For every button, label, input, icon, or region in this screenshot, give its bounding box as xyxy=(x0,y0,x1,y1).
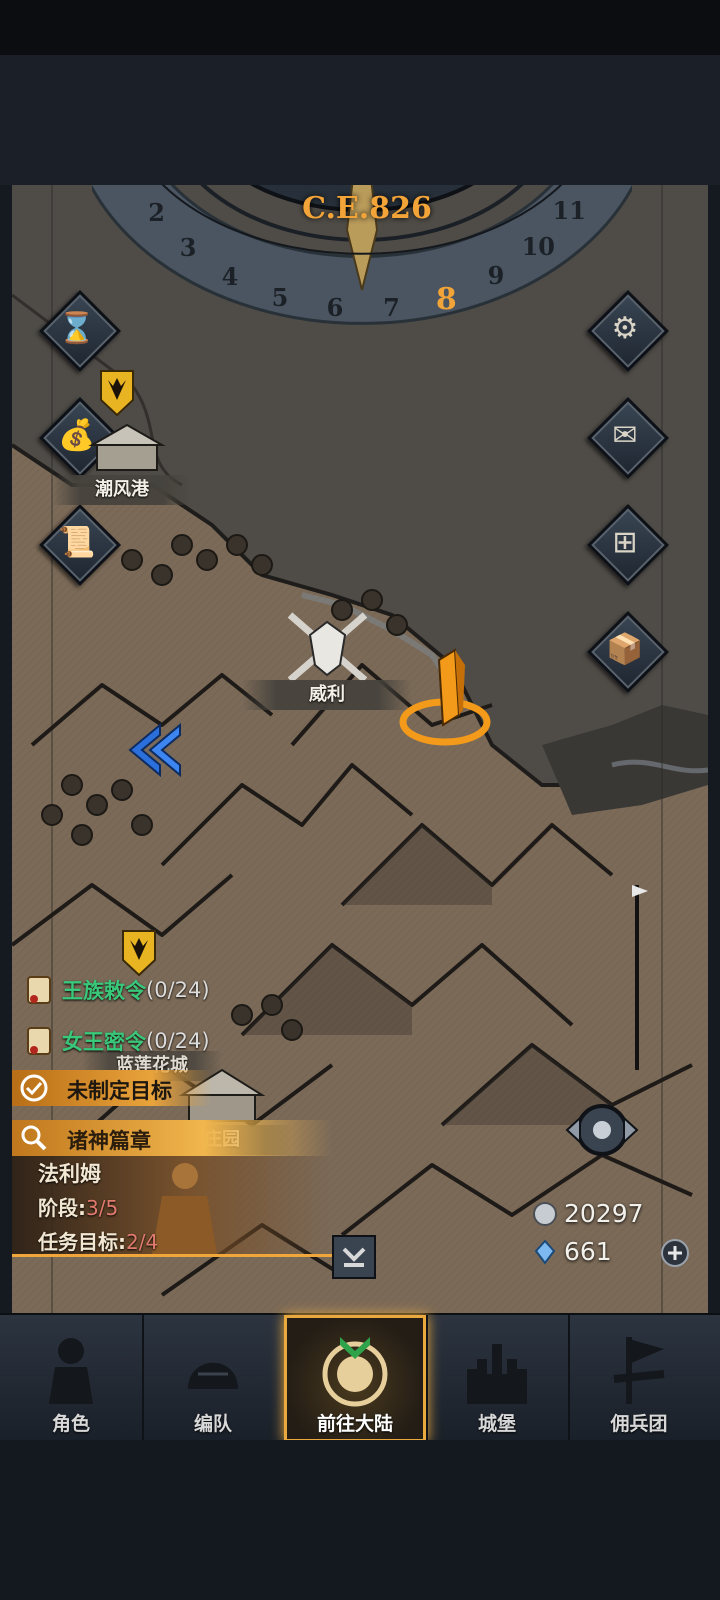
chapter-label: 诸神篇章 xyxy=(67,1129,151,1153)
hourglass-button[interactable]: ⌛ xyxy=(38,289,122,373)
month-8: 8 xyxy=(435,281,457,317)
month-3: 3 xyxy=(179,233,197,263)
tab-mercenary[interactable]: 佣兵团 xyxy=(568,1315,710,1442)
faction-banner-icon xyxy=(100,370,134,416)
scroll-button[interactable]: 📜 xyxy=(38,503,122,587)
window-icon: ⊞ xyxy=(612,524,638,560)
flag-icon xyxy=(613,1337,665,1404)
locate-button[interactable] xyxy=(547,1090,657,1170)
crystal-amount: 661 xyxy=(564,1237,612,1266)
compass-emblem-icon xyxy=(322,1337,388,1407)
tab-character[interactable]: 角色 xyxy=(0,1315,144,1442)
tab-label: 编队 xyxy=(193,1413,232,1435)
month-9: 9 xyxy=(487,261,505,291)
goal-bar[interactable]: 未制定目标 xyxy=(12,1070,212,1106)
place-label-chaofeng[interactable]: 潮风港 xyxy=(52,475,192,505)
mission-stage: 阶段:3/5 xyxy=(38,1192,118,1221)
month-11: 11 xyxy=(552,195,586,225)
castle-icon xyxy=(467,1344,527,1404)
harbor-town-icon xyxy=(88,423,166,471)
mission-card[interactable]: 法利姆 阶段:3/5 任务目标:2/4 xyxy=(12,1156,332,1257)
tab-label: 佣兵团 xyxy=(610,1413,668,1435)
hourglass-icon: ⌛ xyxy=(58,310,96,346)
world-map[interactable]: C.E.826 123456789101112 ⌛ 💰 📜 ⚙ ✉ ⊞ 📦 潮风… xyxy=(12,185,708,1320)
knight-icon xyxy=(49,1338,93,1404)
status-bar xyxy=(0,0,720,55)
faction-banner-icon xyxy=(122,930,156,976)
quest-count: (0/24) xyxy=(146,978,210,1002)
target-value: 2/4 xyxy=(126,1230,159,1254)
helmet-icon xyxy=(188,1362,238,1389)
month-2: 2 xyxy=(148,197,165,227)
scroll-icon xyxy=(27,976,51,1004)
tab-formation[interactable]: 编队 xyxy=(142,1315,286,1442)
gear-icon: ⚙ xyxy=(611,310,639,346)
settings-button[interactable]: ⚙ xyxy=(586,289,670,373)
target-icon xyxy=(20,1074,48,1102)
silver-resource: 20297 xyxy=(532,1199,644,1228)
quest-count: (0/24) xyxy=(146,1029,210,1053)
month-4: 4 xyxy=(221,262,239,292)
target-label: 任务目标: xyxy=(38,1230,126,1254)
quest-title: 王族敕令 xyxy=(62,979,146,1003)
mission-target: 任务目标:2/4 xyxy=(38,1226,158,1255)
tab-label: 角色 xyxy=(51,1413,90,1435)
silver-amount: 20297 xyxy=(564,1199,644,1228)
tab-label: 城堡 xyxy=(477,1413,516,1435)
year-label: C.E.826 xyxy=(302,191,432,226)
goal-label: 未制定目标 xyxy=(67,1079,172,1103)
bottom-band xyxy=(0,1440,720,1600)
crystal-resource: 661 xyxy=(532,1237,612,1266)
crossed-swords-icon[interactable] xyxy=(280,610,375,685)
month-6: 6 xyxy=(326,292,344,322)
month-1: 1 xyxy=(122,185,154,186)
tab-castle[interactable]: 城堡 xyxy=(426,1315,570,1442)
mail-icon: ✉ xyxy=(612,417,638,453)
add-crystal-button[interactable] xyxy=(660,1238,690,1268)
quest-title: 女王密令 xyxy=(62,1030,146,1054)
chevron-down-icon xyxy=(342,1247,366,1267)
supplies-icon: 📦 xyxy=(606,631,644,667)
chapter-bar[interactable]: 诸神篇章 xyxy=(12,1120,332,1156)
mission-name: 法利姆 xyxy=(38,1162,101,1186)
player-location-marker[interactable] xyxy=(397,640,497,750)
month-7: 7 xyxy=(383,292,400,322)
mail-button[interactable]: ✉ xyxy=(586,396,670,480)
quest-queen-order[interactable]: 女王密令 (0/24) xyxy=(22,1023,210,1059)
tab-label: 前往大陆 xyxy=(316,1413,393,1435)
stage-value: 3/5 xyxy=(86,1196,119,1220)
top-band xyxy=(0,0,720,185)
search-icon xyxy=(21,1125,47,1151)
place-label-weili[interactable]: 威利 xyxy=(242,680,412,710)
window-button[interactable]: ⊞ xyxy=(586,503,670,587)
stage-label: 阶段: xyxy=(38,1196,86,1220)
calendar-dial xyxy=(92,185,632,325)
month-5: 5 xyxy=(271,282,289,312)
month-10: 10 xyxy=(521,232,555,262)
crystal-icon xyxy=(534,1239,556,1265)
bottom-nav: 角色 编队 前往大陆 城堡 佣兵团 xyxy=(0,1313,720,1442)
silver-coin-icon xyxy=(533,1201,557,1226)
scroll-icon xyxy=(27,1027,51,1055)
scroll-icon: 📜 xyxy=(58,524,96,560)
tab-continent[interactable]: 前往大陆 xyxy=(284,1315,428,1442)
supplies-button[interactable]: 📦 xyxy=(586,610,670,694)
quest-royal-decree[interactable]: 王族敕令 (0/24) xyxy=(22,972,210,1008)
collapse-button[interactable] xyxy=(332,1235,376,1279)
